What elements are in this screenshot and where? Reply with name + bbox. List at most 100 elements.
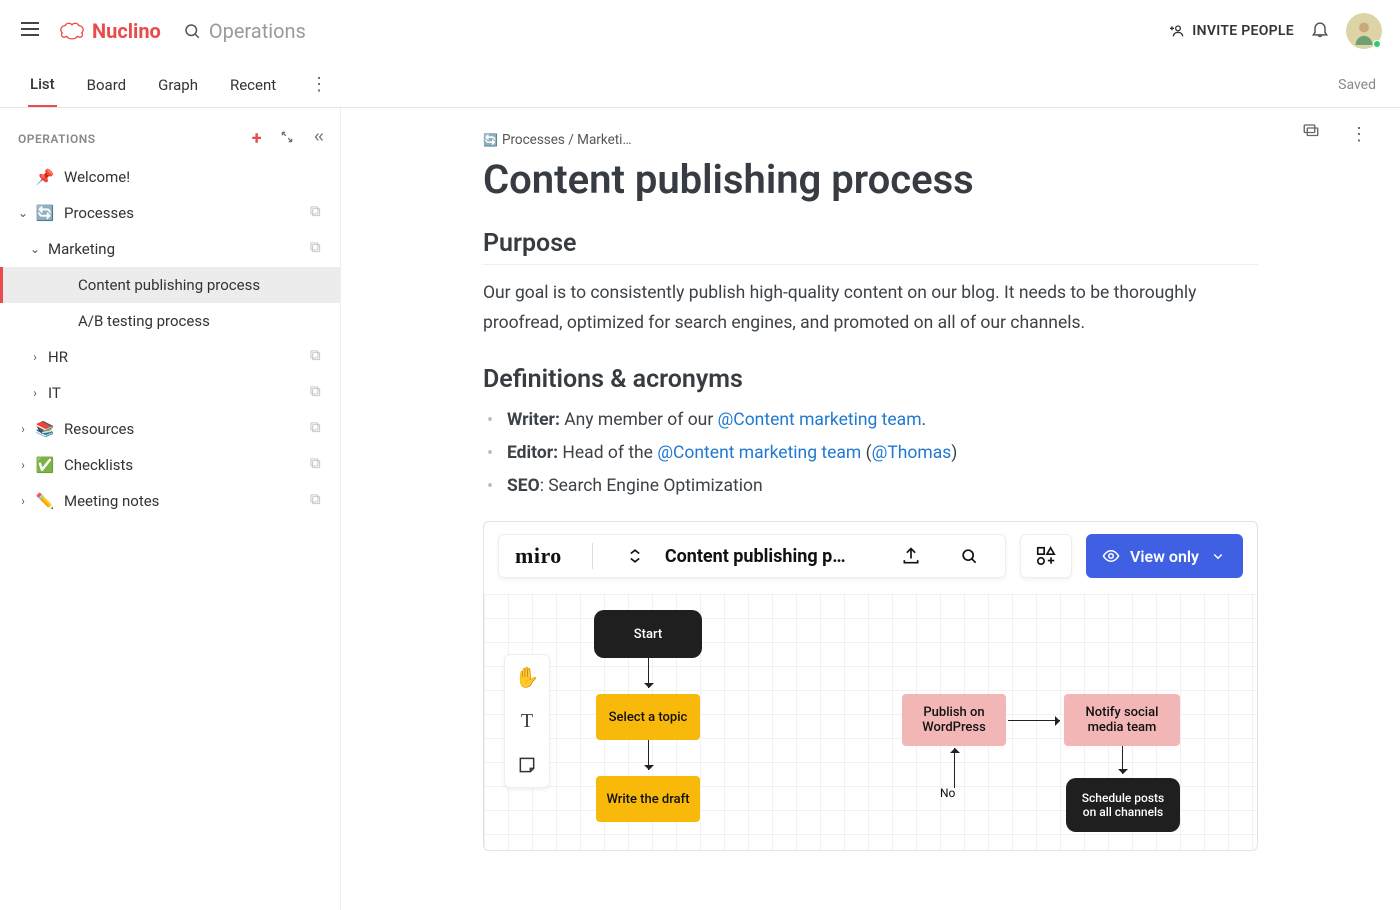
caret-icon: › xyxy=(18,422,28,436)
item-emoji-icon: ✅ xyxy=(36,456,54,474)
mention[interactable]: @Content marketing team xyxy=(718,410,922,430)
flow-arrow xyxy=(648,658,649,688)
breadcrumb-text: Processes / Marketi… xyxy=(502,132,632,148)
miro-board-title: Content publishing p… xyxy=(665,546,873,567)
sidebar-item[interactable]: A/B testing process xyxy=(0,303,340,339)
list-item: Editor: Head of the @Content marketing t… xyxy=(483,437,1258,470)
text-tool-icon[interactable]: T xyxy=(505,699,549,743)
breadcrumb[interactable]: 🔄 Processes / Marketi… xyxy=(483,132,1258,148)
collapse-sidebar-icon[interactable] xyxy=(312,130,326,147)
miro-canvas[interactable]: ✋ T Start Select a topic Write the draft… xyxy=(484,594,1257,850)
flow-node-publish[interactable]: Publish on WordPress xyxy=(902,694,1006,746)
view-only-label: View only xyxy=(1130,547,1199,566)
flow-node-notify[interactable]: Notify social media team xyxy=(1064,694,1180,746)
breadcrumb-icon: 🔄 xyxy=(483,133,498,147)
tab-list[interactable]: List xyxy=(28,63,57,107)
miro-menu-icon[interactable] xyxy=(623,546,647,566)
caret-icon: ⌄ xyxy=(30,242,40,256)
shapes-icon[interactable] xyxy=(1020,534,1072,578)
sidebar-item[interactable]: ›IT xyxy=(0,375,340,411)
sidebar-item[interactable]: ⌄ 🔄 Processes xyxy=(0,195,340,231)
notifications-button[interactable] xyxy=(1310,19,1330,43)
sidebar-item[interactable]: ⌄ Marketing xyxy=(0,231,340,267)
miro-embed[interactable]: miro Content publishing p… View only xyxy=(483,521,1258,851)
sidebar-item-label: Marketing xyxy=(48,240,302,258)
view-only-button[interactable]: View only xyxy=(1086,534,1243,578)
collection-icon xyxy=(308,348,322,366)
flow-edge-label: No xyxy=(940,786,955,800)
list-item: SEO: Search Engine Optimization xyxy=(483,470,1258,503)
sidebar-item-label: Processes xyxy=(64,204,302,222)
caret-icon: ⌄ xyxy=(18,206,28,220)
section-purpose-heading: Purpose xyxy=(483,229,1258,265)
invite-icon xyxy=(1170,23,1186,39)
expand-icon[interactable] xyxy=(280,130,294,147)
item-emoji-icon: 🔄 xyxy=(36,204,54,222)
flow-node-schedule[interactable]: Schedule posts on all channels xyxy=(1066,778,1180,832)
list-item: Writer: Any member of our @Content marke… xyxy=(483,404,1258,437)
purpose-paragraph[interactable]: Our goal is to consistently publish high… xyxy=(483,279,1258,339)
collection-icon xyxy=(308,384,322,402)
sidebar-item-label: Meeting notes xyxy=(64,492,302,510)
sidebar-item[interactable]: ›✅Checklists xyxy=(0,447,340,483)
comments-icon[interactable] xyxy=(1302,122,1320,148)
sidebar-item[interactable]: Content publishing process xyxy=(0,267,340,303)
invite-label: INVITE PEOPLE xyxy=(1192,23,1294,39)
item-emoji-icon: 📌 xyxy=(36,168,54,186)
sidebar-item[interactable]: › HR xyxy=(0,339,340,375)
eye-icon xyxy=(1102,547,1120,565)
sidebar-item-label: IT xyxy=(48,384,302,402)
sidebar-item-label: Resources xyxy=(64,420,302,438)
menu-icon[interactable] xyxy=(18,17,42,45)
sidebar-item-label: Content publishing process xyxy=(78,276,326,294)
sidebar-item[interactable]: ›✏️Meeting notes xyxy=(0,483,340,519)
invite-people-button[interactable]: INVITE PEOPLE xyxy=(1170,23,1294,39)
more-views-icon[interactable]: ⋮ xyxy=(306,72,332,98)
tab-graph[interactable]: Graph xyxy=(156,64,200,106)
add-item-icon[interactable]: + xyxy=(252,128,262,149)
tab-board[interactable]: Board xyxy=(85,64,128,106)
miro-search-icon[interactable] xyxy=(949,546,989,566)
section-defs-heading: Definitions & acronyms xyxy=(483,365,1258,394)
flow-node-select[interactable]: Select a topic xyxy=(596,694,700,740)
sidebar-item[interactable]: › 📚 Resources xyxy=(0,411,340,447)
definitions-list[interactable]: Writer: Any member of our @Content marke… xyxy=(483,404,1258,504)
top-bar: Nuclino Operations INVITE PEOPLE xyxy=(0,0,1400,62)
user-avatar[interactable] xyxy=(1346,13,1382,49)
miro-titlebar: miro Content publishing p… xyxy=(498,534,1006,578)
search-icon xyxy=(183,22,201,40)
tab-recent[interactable]: Recent xyxy=(228,64,278,106)
search-placeholder: Operations xyxy=(209,19,306,43)
sidebar-item-label: HR xyxy=(48,348,302,366)
flow-node-draft[interactable]: Write the draft xyxy=(596,776,700,822)
view-tabs: List Board Graph Recent ⋮ Saved xyxy=(0,62,1400,108)
term: SEO xyxy=(507,476,540,496)
flow-arrow xyxy=(954,748,955,788)
term: Writer: xyxy=(507,410,560,430)
hand-tool-icon[interactable]: ✋ xyxy=(505,655,549,699)
sidebar-item[interactable]: 📌 Welcome! xyxy=(0,159,340,195)
flow-arrow xyxy=(1008,720,1060,721)
sticky-note-tool-icon[interactable] xyxy=(505,743,549,787)
sidebar: OPERATIONS + 📌Welcome!⌄🔄Processes⌄Market… xyxy=(0,108,341,910)
caret-icon: › xyxy=(30,350,40,364)
presence-dot xyxy=(1373,40,1381,48)
miro-logo: miro xyxy=(515,543,562,569)
flow-node-start[interactable]: Start xyxy=(594,610,702,658)
doc-more-icon[interactable]: ⋮ xyxy=(1346,122,1372,148)
mention[interactable]: @Thomas xyxy=(872,443,952,463)
export-icon[interactable] xyxy=(891,546,931,566)
mention[interactable]: @Content marketing team xyxy=(657,443,861,463)
term: Editor: xyxy=(507,443,558,463)
item-emoji-icon: 📚 xyxy=(36,420,54,438)
collection-icon xyxy=(308,204,322,222)
page-title[interactable]: Content publishing process xyxy=(483,156,1258,203)
sidebar-item-label: Checklists xyxy=(64,456,302,474)
save-status: Saved xyxy=(1338,77,1376,93)
search-field[interactable]: Operations xyxy=(183,19,306,43)
sidebar-item-label: Welcome! xyxy=(64,168,326,186)
flow-arrow xyxy=(1122,746,1123,774)
app-logo[interactable]: Nuclino xyxy=(58,17,161,45)
document-area: ⋮ 🔄 Processes / Marketi… Content publish… xyxy=(341,108,1400,910)
chevron-down-icon xyxy=(1209,547,1227,565)
